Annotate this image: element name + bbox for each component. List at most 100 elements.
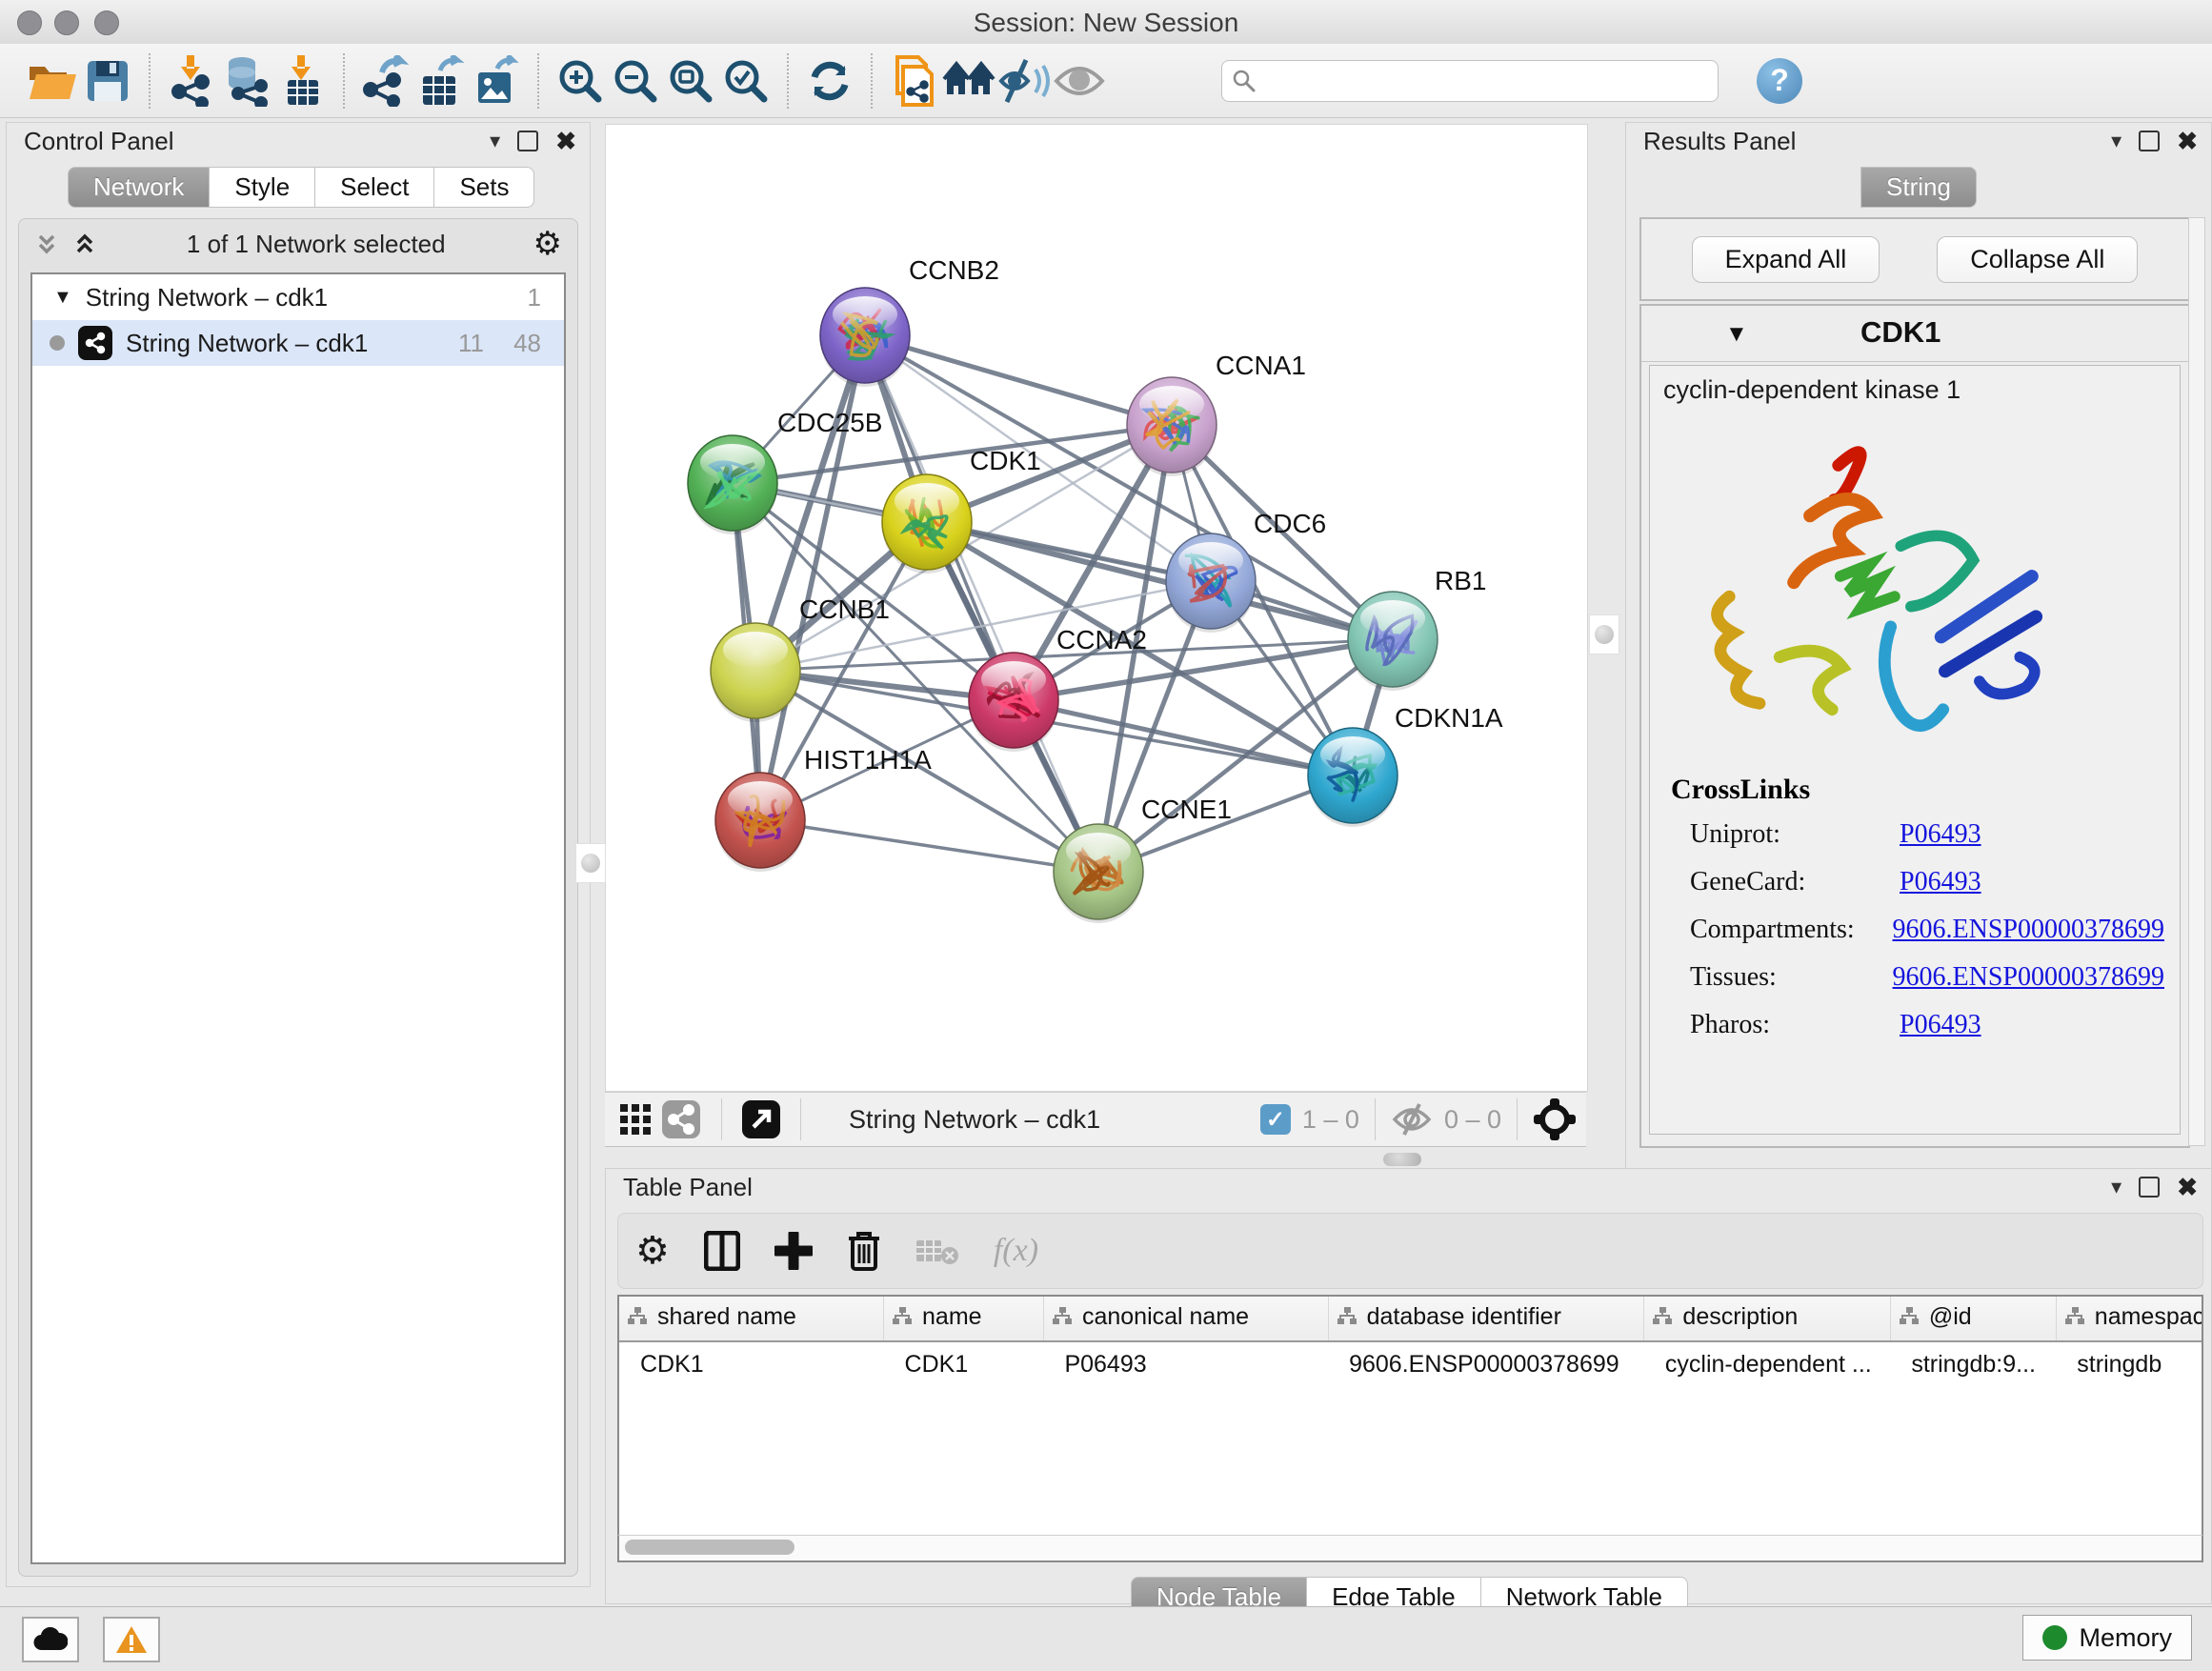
collapse-triangle-icon[interactable]: ▼ (1725, 321, 1748, 348)
column-header-shared-name[interactable]: shared name (619, 1297, 884, 1341)
selected-checkbox-icon[interactable]: ✓ (1260, 1104, 1291, 1135)
column-header-name[interactable]: name (884, 1297, 1044, 1341)
node-CCNB2[interactable] (820, 288, 910, 387)
table-row[interactable]: CDK1CDK1P064939606.ENSP00000378699cyclin… (619, 1341, 2203, 1386)
node-CCNB1[interactable] (711, 623, 800, 722)
network-canvas[interactable]: CCNB2CCNA1CDC25BCDK1CDC6RB1CCNB1CCNA2CDK… (605, 124, 1588, 1092)
edge-CDK1-RB1[interactable] (927, 522, 1393, 639)
open-ndex-documents-button[interactable] (886, 51, 941, 111)
import-network-database-button[interactable] (219, 51, 274, 111)
zoom-in-button[interactable] (553, 51, 608, 111)
panel-close-icon[interactable]: ✖ (2177, 1175, 2198, 1199)
open-session-button[interactable] (25, 51, 80, 111)
show-columns-icon[interactable] (704, 1231, 740, 1271)
export-network-button[interactable] (358, 51, 413, 111)
collapse-all-chevron-icon[interactable] (32, 230, 61, 258)
column-header-canonical-name[interactable]: canonical name (1043, 1297, 1328, 1341)
gear-icon[interactable]: ⚙ (533, 228, 562, 260)
node-CCNA2[interactable] (969, 653, 1058, 752)
crosslink-row: Pharos:P06493 (1671, 1010, 2164, 1040)
tab-string-results[interactable]: String (1860, 167, 1977, 208)
crosslink-link[interactable]: P06493 (1900, 1010, 1981, 1040)
crosslink-link[interactable]: P06493 (1900, 867, 1981, 897)
column-header--id[interactable]: @id (1890, 1297, 2056, 1341)
hide-graphics-details-button[interactable] (996, 51, 1052, 111)
zoom-out-button[interactable] (608, 51, 663, 111)
delete-column-trash-icon[interactable] (847, 1230, 881, 1272)
search-input[interactable] (1257, 66, 1679, 95)
edge-CCNB2-CCNA1[interactable] (865, 335, 1172, 425)
search-field[interactable] (1221, 60, 1719, 102)
column-header-namespace[interactable]: namespace (2056, 1297, 2203, 1341)
network-graph[interactable]: CCNB2CCNA1CDC25BCDK1CDC6RB1CCNB1CCNA2CDK… (606, 125, 1587, 1091)
save-floppy-icon (86, 59, 130, 103)
homes-button[interactable] (941, 51, 996, 111)
column-header-description[interactable]: description (1644, 1297, 1890, 1341)
panel-float-icon[interactable] (517, 131, 538, 151)
panel-menu-caret-icon[interactable]: ▾ (2111, 131, 2122, 151)
node-CDC25B[interactable] (688, 435, 777, 534)
node-CCNE1[interactable] (1054, 824, 1143, 923)
open-in-browser-button[interactable] (737, 1090, 785, 1149)
import-network-file-button[interactable] (164, 51, 219, 111)
tab-style[interactable]: Style (210, 167, 315, 208)
panel-float-icon[interactable] (2139, 131, 2160, 151)
node-CDKN1A[interactable] (1308, 728, 1398, 827)
column-header-database-identifier[interactable]: database identifier (1328, 1297, 1644, 1341)
node-label-CCNA2: CCNA2 (1056, 625, 1147, 654)
tab-network[interactable]: Network (68, 167, 210, 208)
expand-all-button[interactable]: Expand All (1692, 236, 1880, 283)
tab-select[interactable]: Select (315, 167, 434, 208)
help-button[interactable]: ? (1757, 58, 1802, 104)
expand-all-chevron-icon[interactable] (70, 230, 99, 258)
network-tree-child-row[interactable]: String Network – cdk1 11 48 (32, 320, 564, 366)
crosslink-link[interactable]: P06493 (1900, 819, 1981, 850)
node-CCNA1[interactable] (1127, 377, 1217, 476)
results-scrollbar[interactable] (2188, 217, 2205, 1146)
memory-button[interactable]: Memory (2022, 1615, 2192, 1661)
warning-status-button[interactable] (103, 1617, 160, 1662)
control-panel-title: Control Panel (24, 127, 174, 156)
node-label-CCNA1: CCNA1 (1216, 351, 1306, 380)
zoom-selected-button[interactable] (718, 51, 774, 111)
table-panel-title: Table Panel (623, 1173, 753, 1202)
panel-close-icon[interactable]: ✖ (555, 129, 576, 153)
export-image-button[interactable] (469, 51, 524, 111)
horizontal-splitter-handle[interactable] (1383, 1153, 1421, 1166)
memory-ok-dot (2042, 1625, 2067, 1650)
table-horizontal-scrollbar[interactable] (617, 1535, 2203, 1562)
tree-collapse-triangle-icon[interactable]: ▼ (53, 287, 72, 309)
import-table-button[interactable] (274, 51, 330, 111)
crosslink-link[interactable]: 9606.ENSP00000378699 (1893, 915, 2164, 945)
panel-menu-caret-icon[interactable]: ▾ (2111, 1177, 2122, 1198)
network-overview-button[interactable] (656, 1090, 706, 1149)
refresh-layout-button[interactable] (802, 51, 857, 111)
left-splitter-handle[interactable] (575, 843, 606, 883)
export-table-button[interactable] (413, 51, 469, 111)
zoom-fit-button[interactable] (663, 51, 718, 111)
grid-view-button[interactable] (614, 1090, 656, 1149)
database-import-icon (221, 55, 272, 107)
birds-eye-toggle-icon[interactable] (1533, 1097, 1577, 1141)
crosslink-link[interactable]: 9606.ENSP00000378699 (1893, 962, 2164, 993)
node-CDC6[interactable] (1166, 534, 1256, 633)
collapse-all-button[interactable]: Collapse All (1937, 236, 2138, 283)
scrollbar-thumb[interactable] (625, 1540, 794, 1555)
panel-menu-caret-icon[interactable]: ▾ (490, 131, 500, 151)
panel-float-icon[interactable] (2139, 1177, 2160, 1198)
cloud-status-button[interactable] (22, 1617, 79, 1662)
tab-sets[interactable]: Sets (434, 167, 534, 208)
edge-HIST1H1A-CCNE1[interactable] (760, 820, 1098, 872)
show-graphics-details-button-disabled[interactable] (1052, 51, 1107, 111)
network-tree-root-row[interactable]: ▼ String Network – cdk1 1 (32, 274, 564, 320)
save-session-button[interactable] (80, 51, 135, 111)
right-splitter-handle[interactable] (1589, 614, 1619, 654)
node-CDK1[interactable] (882, 474, 972, 574)
node-RB1[interactable] (1348, 592, 1438, 691)
table-settings-gear-icon[interactable]: ⚙ (635, 1232, 670, 1270)
node-HIST1H1A[interactable] (715, 773, 805, 872)
panel-close-icon[interactable]: ✖ (2177, 129, 2198, 153)
cloud-icon (33, 1627, 68, 1652)
protein-card-header[interactable]: ▼ CDK1 (1641, 306, 2188, 362)
add-column-icon[interactable] (774, 1232, 813, 1270)
